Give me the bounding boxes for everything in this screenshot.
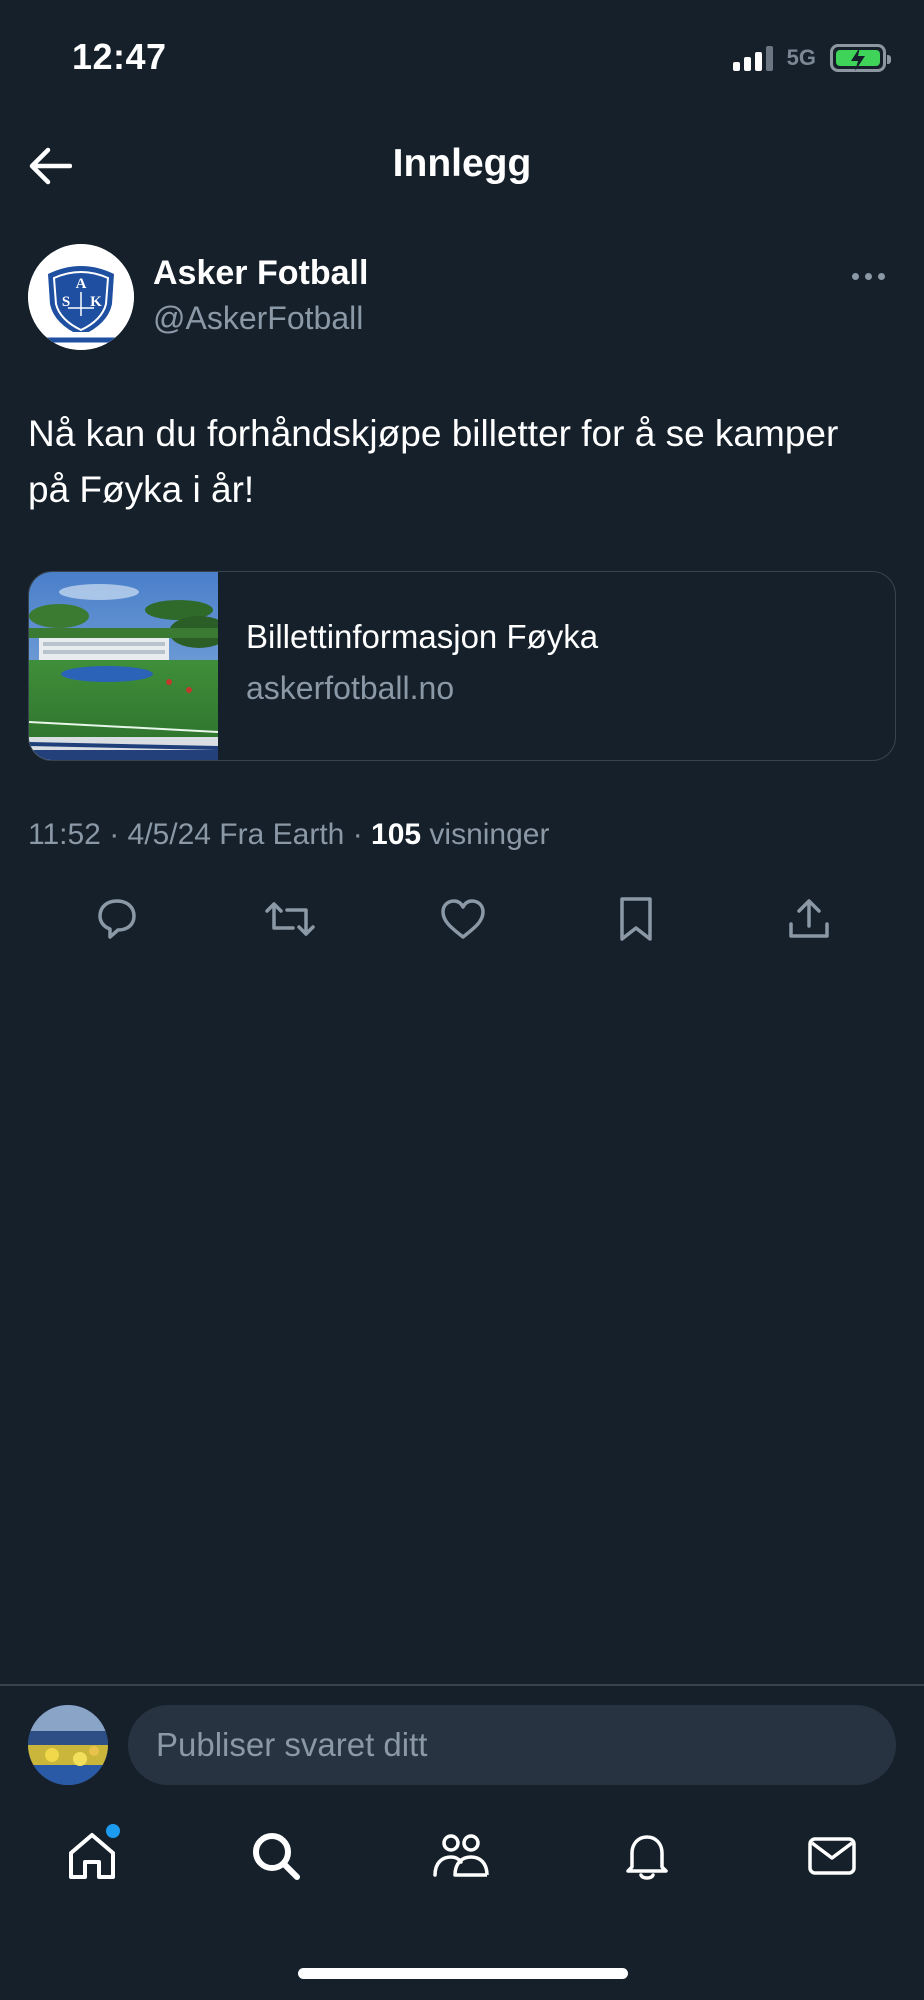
- retweet-icon: [265, 902, 315, 936]
- bookmark-icon: [620, 897, 652, 941]
- reply-divider: [0, 1684, 924, 1686]
- more-horizontal-icon: [851, 272, 859, 280]
- signal-icon: [732, 45, 773, 71]
- tab-notifications[interactable]: [611, 1820, 683, 1892]
- link-card-title: Billettinformasjon Føyka: [246, 618, 599, 655]
- messages-icon: [808, 1837, 856, 1875]
- tab-search[interactable]: [240, 1820, 312, 1892]
- search-icon: [253, 1833, 300, 1880]
- top-navigation: Innlegg: [0, 120, 924, 210]
- views-count: 105: [371, 818, 422, 851]
- reply-button[interactable]: [86, 888, 148, 950]
- status-time: 12:47: [72, 36, 167, 77]
- user-avatar[interactable]: [28, 1705, 108, 1785]
- bookmark-button[interactable]: [605, 888, 667, 950]
- link-card-domain: askerfotball.no: [246, 670, 455, 706]
- post-screen: 12:47 5G Innlegg A S K Asker Fotball @As…: [0, 0, 924, 2000]
- communities-icon: [433, 1834, 489, 1877]
- tab-home[interactable]: [56, 1820, 128, 1892]
- notifications-icon: [626, 1835, 668, 1880]
- share-button[interactable]: [778, 888, 840, 950]
- club-logo-icon: A S K: [28, 244, 134, 350]
- views-label: visninger: [429, 818, 550, 851]
- link-card-body: Billettinformasjon Føyka askerfotball.no: [218, 572, 598, 760]
- author-avatar[interactable]: A S K: [28, 244, 134, 350]
- link-card-thumbnail: [29, 572, 229, 760]
- battery-icon: [830, 44, 891, 72]
- post-time[interactable]: 11:52: [28, 818, 101, 851]
- post-text: Nå kan du forhåndskjøpe billetter for å …: [28, 413, 839, 510]
- like-button[interactable]: [432, 888, 494, 950]
- retweet-button[interactable]: [259, 888, 321, 950]
- like-icon: [441, 899, 485, 939]
- author-handle[interactable]: @AskerFotball: [153, 300, 363, 337]
- svg-text:A: A: [76, 276, 87, 292]
- post-source: Fra Earth: [219, 818, 345, 851]
- post-meta: 11:52 · 4/5/24 Fra Earth · 105 visninger: [28, 818, 550, 851]
- more-options-button[interactable]: [844, 266, 892, 286]
- post-date[interactable]: 4/5/24: [128, 818, 211, 851]
- bottom-tab-bar: [0, 1820, 924, 1900]
- home-notification-badge: [106, 1824, 120, 1838]
- link-card[interactable]: Billettinformasjon Føyka askerfotball.no: [28, 571, 896, 761]
- network-label: 5G: [786, 45, 816, 70]
- reply-input[interactable]: [128, 1705, 896, 1785]
- tab-messages[interactable]: [796, 1820, 868, 1892]
- author-name[interactable]: Asker Fotball: [153, 254, 368, 293]
- home-indicator[interactable]: [298, 1968, 628, 1979]
- page-title: Innlegg: [392, 142, 532, 185]
- tab-communities[interactable]: [425, 1820, 497, 1892]
- status-indicators: 5G: [732, 44, 891, 72]
- share-icon: [789, 899, 829, 938]
- post-actions: [28, 888, 896, 950]
- status-bar: 12:47 5G: [0, 0, 924, 110]
- reply-icon: [98, 899, 136, 939]
